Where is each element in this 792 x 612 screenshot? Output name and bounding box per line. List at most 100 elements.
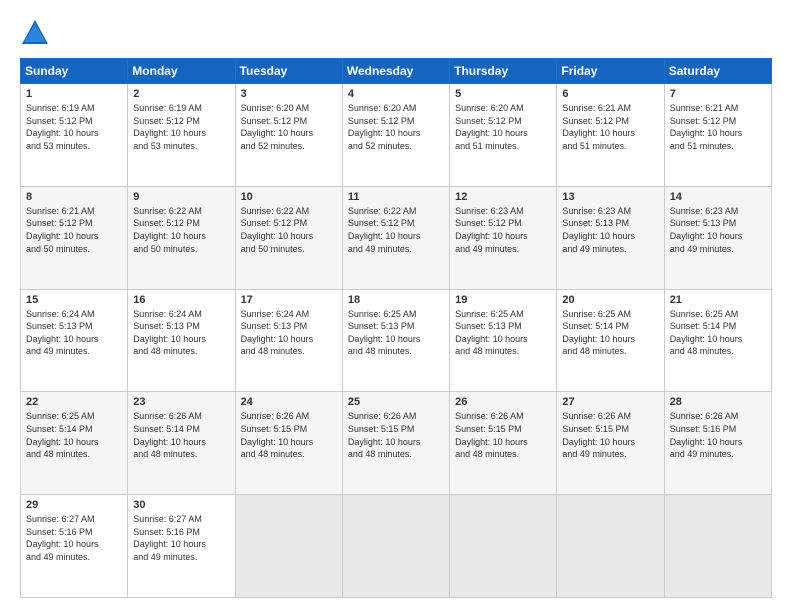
day-number: 11 [348, 191, 444, 203]
calendar-cell: 7Sunrise: 6:21 AM Sunset: 5:12 PM Daylig… [664, 84, 771, 187]
calendar-cell: 13 Sunrise: 6:23 AM Sunset: 5:13 PM Dayli… [557, 186, 664, 289]
day-number: 29 [26, 499, 122, 511]
logo-icon [20, 18, 50, 48]
calendar-cell [664, 495, 771, 598]
day-number: 5 [455, 88, 551, 100]
calendar-cell: 9 Sunrise: 6:22 AM Sunset: 5:12 PM Daylig… [128, 186, 235, 289]
day-number: 24 [241, 396, 337, 408]
calendar-header-wednesday: Wednesday [342, 59, 449, 84]
day-number: 8 [26, 191, 122, 203]
day-info: Sunrise: 6:25 AM Sunset: 5:14 PM Dayligh… [670, 308, 766, 358]
day-info: Sunrise: 6:26 AM Sunset: 5:15 PM Dayligh… [562, 410, 658, 460]
calendar-cell: 11Sunrise: 6:22 AM Sunset: 5:12 PM Dayli… [342, 186, 449, 289]
day-number: 19 [455, 294, 551, 306]
calendar-cell [235, 495, 342, 598]
day-number: 9 [133, 191, 229, 203]
day-number: 25 [348, 396, 444, 408]
calendar-week-3: 15 Sunrise: 6:24 AM Sunset: 5:13 PM Dayli… [21, 289, 772, 392]
calendar-table: SundayMondayTuesdayWednesdayThursdayFrid… [20, 58, 772, 598]
calendar-header-monday: Monday [128, 59, 235, 84]
day-number: 1 [26, 88, 122, 100]
day-number: 2 [133, 88, 229, 100]
day-number: 4 [348, 88, 444, 100]
calendar-cell: 21 Sunrise: 6:25 AM Sunset: 5:14 PM Dayli… [664, 289, 771, 392]
day-info: Sunrise: 6:20 AM Sunset: 5:12 PM Dayligh… [455, 102, 551, 152]
calendar-cell: 16 Sunrise: 6:24 AM Sunset: 5:13 PM Dayli… [128, 289, 235, 392]
day-info: Sunrise: 6:20 AM Sunset: 5:12 PM Dayligh… [348, 102, 444, 152]
calendar-header-tuesday: Tuesday [235, 59, 342, 84]
calendar-cell: 10Sunrise: 6:22 AM Sunset: 5:12 PM Dayli… [235, 186, 342, 289]
day-info: Sunrise: 6:19 AM Sunset: 5:12 PM Dayligh… [26, 102, 122, 152]
day-number: 21 [670, 294, 766, 306]
day-info: Sunrise: 6:27 AM Sunset: 5:16 PM Dayligh… [26, 513, 122, 563]
calendar-cell: 17 Sunrise: 6:24 AM Sunset: 5:13 PM Dayli… [235, 289, 342, 392]
calendar-cell: 29 Sunrise: 6:27 AM Sunset: 5:16 PM Dayli… [21, 495, 128, 598]
day-number: 23 [133, 396, 229, 408]
day-number: 22 [26, 396, 122, 408]
calendar-cell: 19 Sunrise: 6:25 AM Sunset: 5:13 PM Dayli… [450, 289, 557, 392]
day-number: 7 [670, 88, 766, 100]
day-info: Sunrise: 6:22 AM Sunset: 5:12 PM Dayligh… [133, 205, 229, 255]
day-info: Sunrise: 6:26 AM Sunset: 5:15 PM Dayligh… [241, 410, 337, 460]
day-number: 16 [133, 294, 229, 306]
calendar-cell: 5 Sunrise: 6:20 AM Sunset: 5:12 PM Daylig… [450, 84, 557, 187]
day-number: 14 [670, 191, 766, 203]
calendar-cell [342, 495, 449, 598]
calendar-cell: 2 Sunrise: 6:19 AM Sunset: 5:12 PM Daylig… [128, 84, 235, 187]
day-number: 6 [562, 88, 658, 100]
calendar-cell: 30 Sunrise: 6:27 AM Sunset: 5:16 PM Dayli… [128, 495, 235, 598]
day-info: Sunrise: 6:24 AM Sunset: 5:13 PM Dayligh… [26, 308, 122, 358]
calendar-cell: 20 Sunrise: 6:25 AM Sunset: 5:14 PM Dayli… [557, 289, 664, 392]
logo [20, 18, 54, 48]
day-number: 28 [670, 396, 766, 408]
calendar-header-saturday: Saturday [664, 59, 771, 84]
calendar-body: 1 Sunrise: 6:19 AM Sunset: 5:12 PM Daylig… [21, 84, 772, 598]
calendar-cell: 8 Sunrise: 6:21 AM Sunset: 5:12 PM Daylig… [21, 186, 128, 289]
calendar-cell: 6 Sunrise: 6:21 AM Sunset: 5:12 PM Daylig… [557, 84, 664, 187]
day-number: 3 [241, 88, 337, 100]
day-info: Sunrise: 6:20 AM Sunset: 5:12 PM Dayligh… [241, 102, 337, 152]
calendar-cell: 25 Sunrise: 6:26 AM Sunset: 5:15 PM Dayli… [342, 392, 449, 495]
day-info: Sunrise: 6:23 AM Sunset: 5:13 PM Dayligh… [562, 205, 658, 255]
day-info: Sunrise: 6:21 AM Sunset: 5:12 PM Dayligh… [562, 102, 658, 152]
calendar-cell: 4 Sunrise: 6:20 AM Sunset: 5:12 PM Daylig… [342, 84, 449, 187]
day-number: 18 [348, 294, 444, 306]
day-number: 17 [241, 294, 337, 306]
calendar-cell: 3 Sunrise: 6:20 AM Sunset: 5:12 PM Daylig… [235, 84, 342, 187]
day-info: Sunrise: 6:22 AM Sunset: 5:12 PM Dayligh… [241, 205, 337, 255]
calendar-cell: 27 Sunrise: 6:26 AM Sunset: 5:15 PM Dayli… [557, 392, 664, 495]
calendar-week-5: 29 Sunrise: 6:27 AM Sunset: 5:16 PM Dayli… [21, 495, 772, 598]
day-info: Sunrise: 6:23 AM Sunset: 5:13 PM Dayligh… [670, 205, 766, 255]
day-info: Sunrise: 6:25 AM Sunset: 5:14 PM Dayligh… [562, 308, 658, 358]
calendar-cell [557, 495, 664, 598]
calendar-cell: 26Sunrise: 6:26 AM Sunset: 5:15 PM Dayli… [450, 392, 557, 495]
day-info: Sunrise: 6:24 AM Sunset: 5:13 PM Dayligh… [241, 308, 337, 358]
header [20, 18, 772, 48]
day-info: Sunrise: 6:25 AM Sunset: 5:13 PM Dayligh… [455, 308, 551, 358]
day-number: 12 [455, 191, 551, 203]
day-number: 13 [562, 191, 658, 203]
day-info: Sunrise: 6:19 AM Sunset: 5:12 PM Dayligh… [133, 102, 229, 152]
day-number: 15 [26, 294, 122, 306]
calendar-cell: 22Sunrise: 6:25 AM Sunset: 5:14 PM Dayli… [21, 392, 128, 495]
calendar-header-thursday: Thursday [450, 59, 557, 84]
calendar-cell: 28 Sunrise: 6:26 AM Sunset: 5:16 PM Dayli… [664, 392, 771, 495]
day-info: Sunrise: 6:26 AM Sunset: 5:15 PM Dayligh… [348, 410, 444, 460]
day-info: Sunrise: 6:27 AM Sunset: 5:16 PM Dayligh… [133, 513, 229, 563]
calendar-header-sunday: Sunday [21, 59, 128, 84]
day-number: 27 [562, 396, 658, 408]
day-number: 30 [133, 499, 229, 511]
calendar-cell [450, 495, 557, 598]
calendar-header-row: SundayMondayTuesdayWednesdayThursdayFrid… [21, 59, 772, 84]
day-number: 20 [562, 294, 658, 306]
calendar-week-4: 22Sunrise: 6:25 AM Sunset: 5:14 PM Dayli… [21, 392, 772, 495]
day-info: Sunrise: 6:24 AM Sunset: 5:13 PM Dayligh… [133, 308, 229, 358]
calendar-cell: 1 Sunrise: 6:19 AM Sunset: 5:12 PM Daylig… [21, 84, 128, 187]
day-info: Sunrise: 6:25 AM Sunset: 5:13 PM Dayligh… [348, 308, 444, 358]
calendar-cell: 23 Sunrise: 6:26 AM Sunset: 5:14 PM Dayli… [128, 392, 235, 495]
day-info: Sunrise: 6:26 AM Sunset: 5:16 PM Dayligh… [670, 410, 766, 460]
calendar-cell: 14 Sunrise: 6:23 AM Sunset: 5:13 PM Dayli… [664, 186, 771, 289]
day-info: Sunrise: 6:26 AM Sunset: 5:14 PM Dayligh… [133, 410, 229, 460]
day-info: Sunrise: 6:21 AM Sunset: 5:12 PM Dayligh… [26, 205, 122, 255]
calendar-cell: 15 Sunrise: 6:24 AM Sunset: 5:13 PM Dayli… [21, 289, 128, 392]
